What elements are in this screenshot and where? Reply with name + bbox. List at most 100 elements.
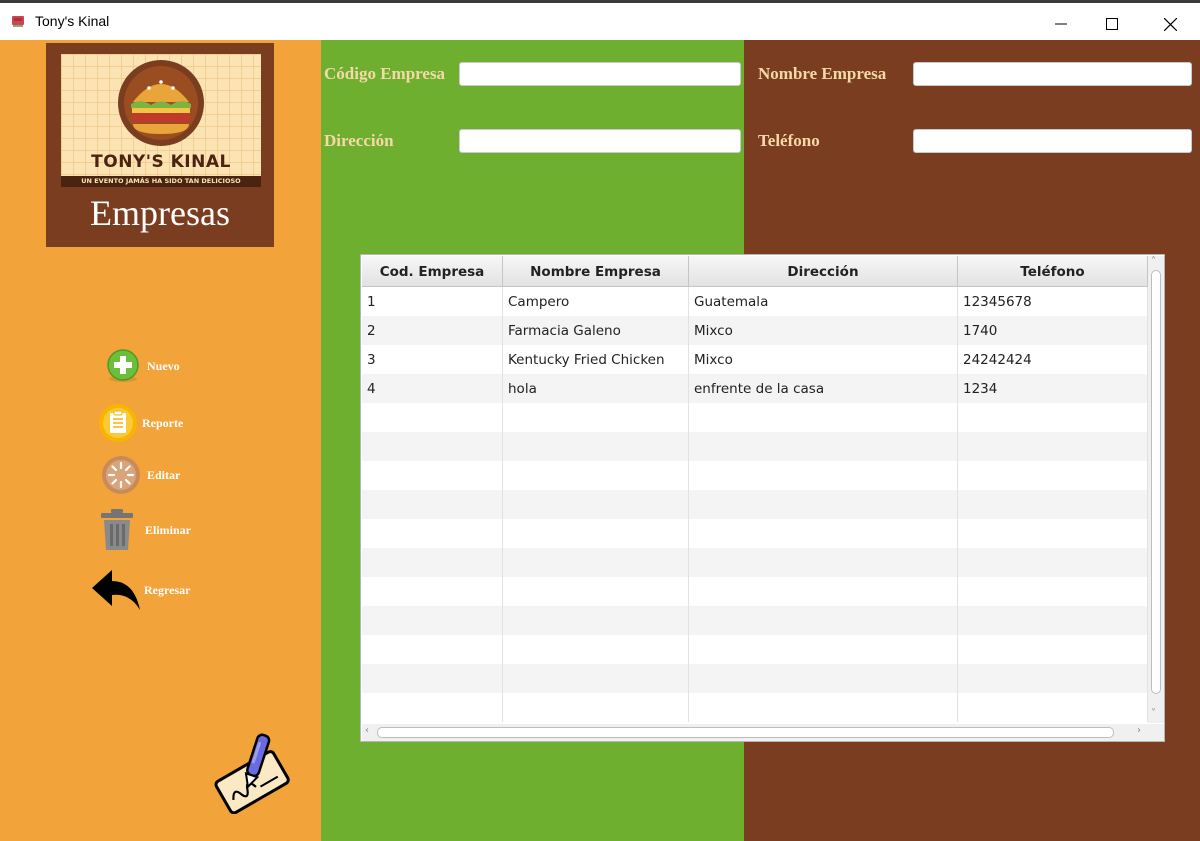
- table-body: 1 Campero Guatemala 12345678 2 Farmacia Galen…: [362, 287, 1148, 722]
- close-icon: [1163, 17, 1177, 31]
- table-cell: [689, 432, 958, 461]
- table-cell: Farmacia Galeno: [503, 316, 689, 345]
- table-cell: [503, 635, 689, 664]
- back-button[interactable]: Regresar: [90, 568, 190, 612]
- telefono-input[interactable]: [913, 129, 1192, 153]
- vertical-scrollbar[interactable]: ˄ ˅: [1148, 256, 1164, 723]
- table-cell: [958, 432, 1148, 461]
- nombre-empresa-input[interactable]: [913, 62, 1192, 86]
- table-cell: [689, 577, 958, 606]
- codigo-empresa-input[interactable]: [459, 62, 741, 86]
- table-cell: [958, 519, 1148, 548]
- column-header-telefono[interactable]: Teléfono: [958, 256, 1148, 287]
- table-row[interactable]: [362, 693, 1148, 722]
- trash-icon: [101, 509, 133, 550]
- table-cell: [362, 606, 503, 635]
- logo-image: TONY'S KINAL UN EVENTO JAMÁS HA SIDO TAN…: [61, 54, 261, 187]
- edit-button-label: Editar: [147, 467, 181, 482]
- table-cell: Kentucky Fried Chicken: [503, 345, 689, 374]
- table-cell: [503, 577, 689, 606]
- minimize-button[interactable]: [1038, 6, 1084, 42]
- burger-icon: [118, 60, 204, 146]
- table-row[interactable]: 4 hola enfrente de la casa 1234: [362, 374, 1148, 403]
- new-button[interactable]: Nuevo: [105, 348, 180, 384]
- page-title: Empresas: [90, 193, 230, 233]
- table-row[interactable]: [362, 461, 1148, 490]
- table-cell: [958, 490, 1148, 519]
- logo-slogan: UN EVENTO JAMÁS HA SIDO TAN DELICIOSO: [61, 176, 261, 187]
- back-arrow-icon: [92, 570, 140, 610]
- direccion-label: Dirección: [324, 131, 394, 150]
- table-cell: 12345678: [958, 287, 1148, 316]
- table-cell: enfrente de la casa: [689, 374, 958, 403]
- table-row[interactable]: [362, 519, 1148, 548]
- table-row[interactable]: [362, 432, 1148, 461]
- table-cell: [689, 461, 958, 490]
- table-cell: [503, 548, 689, 577]
- add-icon: [107, 349, 139, 382]
- table-cell: 24242424: [958, 345, 1148, 374]
- table-cell: [362, 548, 503, 577]
- window-titlebar: Tony's Kinal: [0, 0, 1200, 40]
- table-cell: Mixco: [689, 316, 958, 345]
- table-cell: [689, 693, 958, 722]
- table-cell: [958, 577, 1148, 606]
- direccion-input[interactable]: [459, 129, 741, 153]
- table-row[interactable]: 2 Farmacia Galeno Mixco 1740: [362, 316, 1148, 345]
- table-cell: [958, 693, 1148, 722]
- table-cell: [503, 664, 689, 693]
- table-cell: 1: [362, 287, 503, 316]
- maximize-button[interactable]: [1089, 6, 1135, 42]
- table-row[interactable]: [362, 403, 1148, 432]
- column-header-cod-empresa[interactable]: Cod. Empresa: [362, 256, 503, 287]
- delete-button[interactable]: Eliminar: [100, 508, 191, 552]
- column-header-nombre-empresa[interactable]: Nombre Empresa: [503, 256, 689, 287]
- table-cell: [362, 403, 503, 432]
- app-icon: [12, 16, 24, 27]
- table-cell: [503, 490, 689, 519]
- close-button[interactable]: [1147, 6, 1193, 42]
- edit-button[interactable]: Editar: [101, 455, 180, 495]
- table-cell: [958, 461, 1148, 490]
- scroll-left-icon[interactable]: ‹: [365, 725, 369, 736]
- table-cell: [362, 577, 503, 606]
- table-cell: [503, 432, 689, 461]
- table-row[interactable]: [362, 490, 1148, 519]
- table-row[interactable]: [362, 664, 1148, 693]
- table-cell: [362, 490, 503, 519]
- table-cell: [362, 635, 503, 664]
- table-cell: [503, 519, 689, 548]
- scroll-down-icon[interactable]: ˅: [1151, 708, 1156, 719]
- table-cell: [689, 606, 958, 635]
- table-row[interactable]: [362, 548, 1148, 577]
- empresas-table[interactable]: Cod. Empresa Nombre Empresa Dirección Te…: [360, 254, 1165, 742]
- table-cell: [958, 403, 1148, 432]
- vertical-scroll-thumb[interactable]: [1151, 270, 1161, 694]
- table-cell: [689, 519, 958, 548]
- report-button[interactable]: Reporte: [98, 403, 183, 443]
- table-cell: [362, 519, 503, 548]
- table-cell: Mixco: [689, 345, 958, 374]
- table-cell: [689, 664, 958, 693]
- report-button-label: Reporte: [142, 415, 184, 430]
- edit-icon: [102, 456, 140, 494]
- scroll-right-icon[interactable]: ›: [1137, 725, 1141, 736]
- logo-brand-text: TONY'S KINAL: [91, 152, 231, 172]
- table-row[interactable]: 1 Campero Guatemala 12345678: [362, 287, 1148, 316]
- table-row[interactable]: [362, 606, 1148, 635]
- nombre-empresa-label: Nombre Empresa: [758, 64, 887, 83]
- scroll-up-icon[interactable]: ˄: [1151, 256, 1156, 267]
- table-cell: 4: [362, 374, 503, 403]
- horizontal-scroll-thumb[interactable]: [377, 727, 1114, 738]
- column-header-direccion[interactable]: Dirección: [689, 256, 958, 287]
- table-cell: [503, 461, 689, 490]
- table-row[interactable]: [362, 635, 1148, 664]
- horizontal-scrollbar[interactable]: ‹ ›: [362, 724, 1164, 741]
- telefono-label: Teléfono: [758, 131, 820, 150]
- table-cell: [362, 693, 503, 722]
- table-cell: [689, 490, 958, 519]
- table-row[interactable]: 3 Kentucky Fried Chicken Mixco 24242424: [362, 345, 1148, 374]
- table-cell: 1234: [958, 374, 1148, 403]
- delete-button-label: Eliminar: [145, 522, 192, 537]
- table-row[interactable]: [362, 577, 1148, 606]
